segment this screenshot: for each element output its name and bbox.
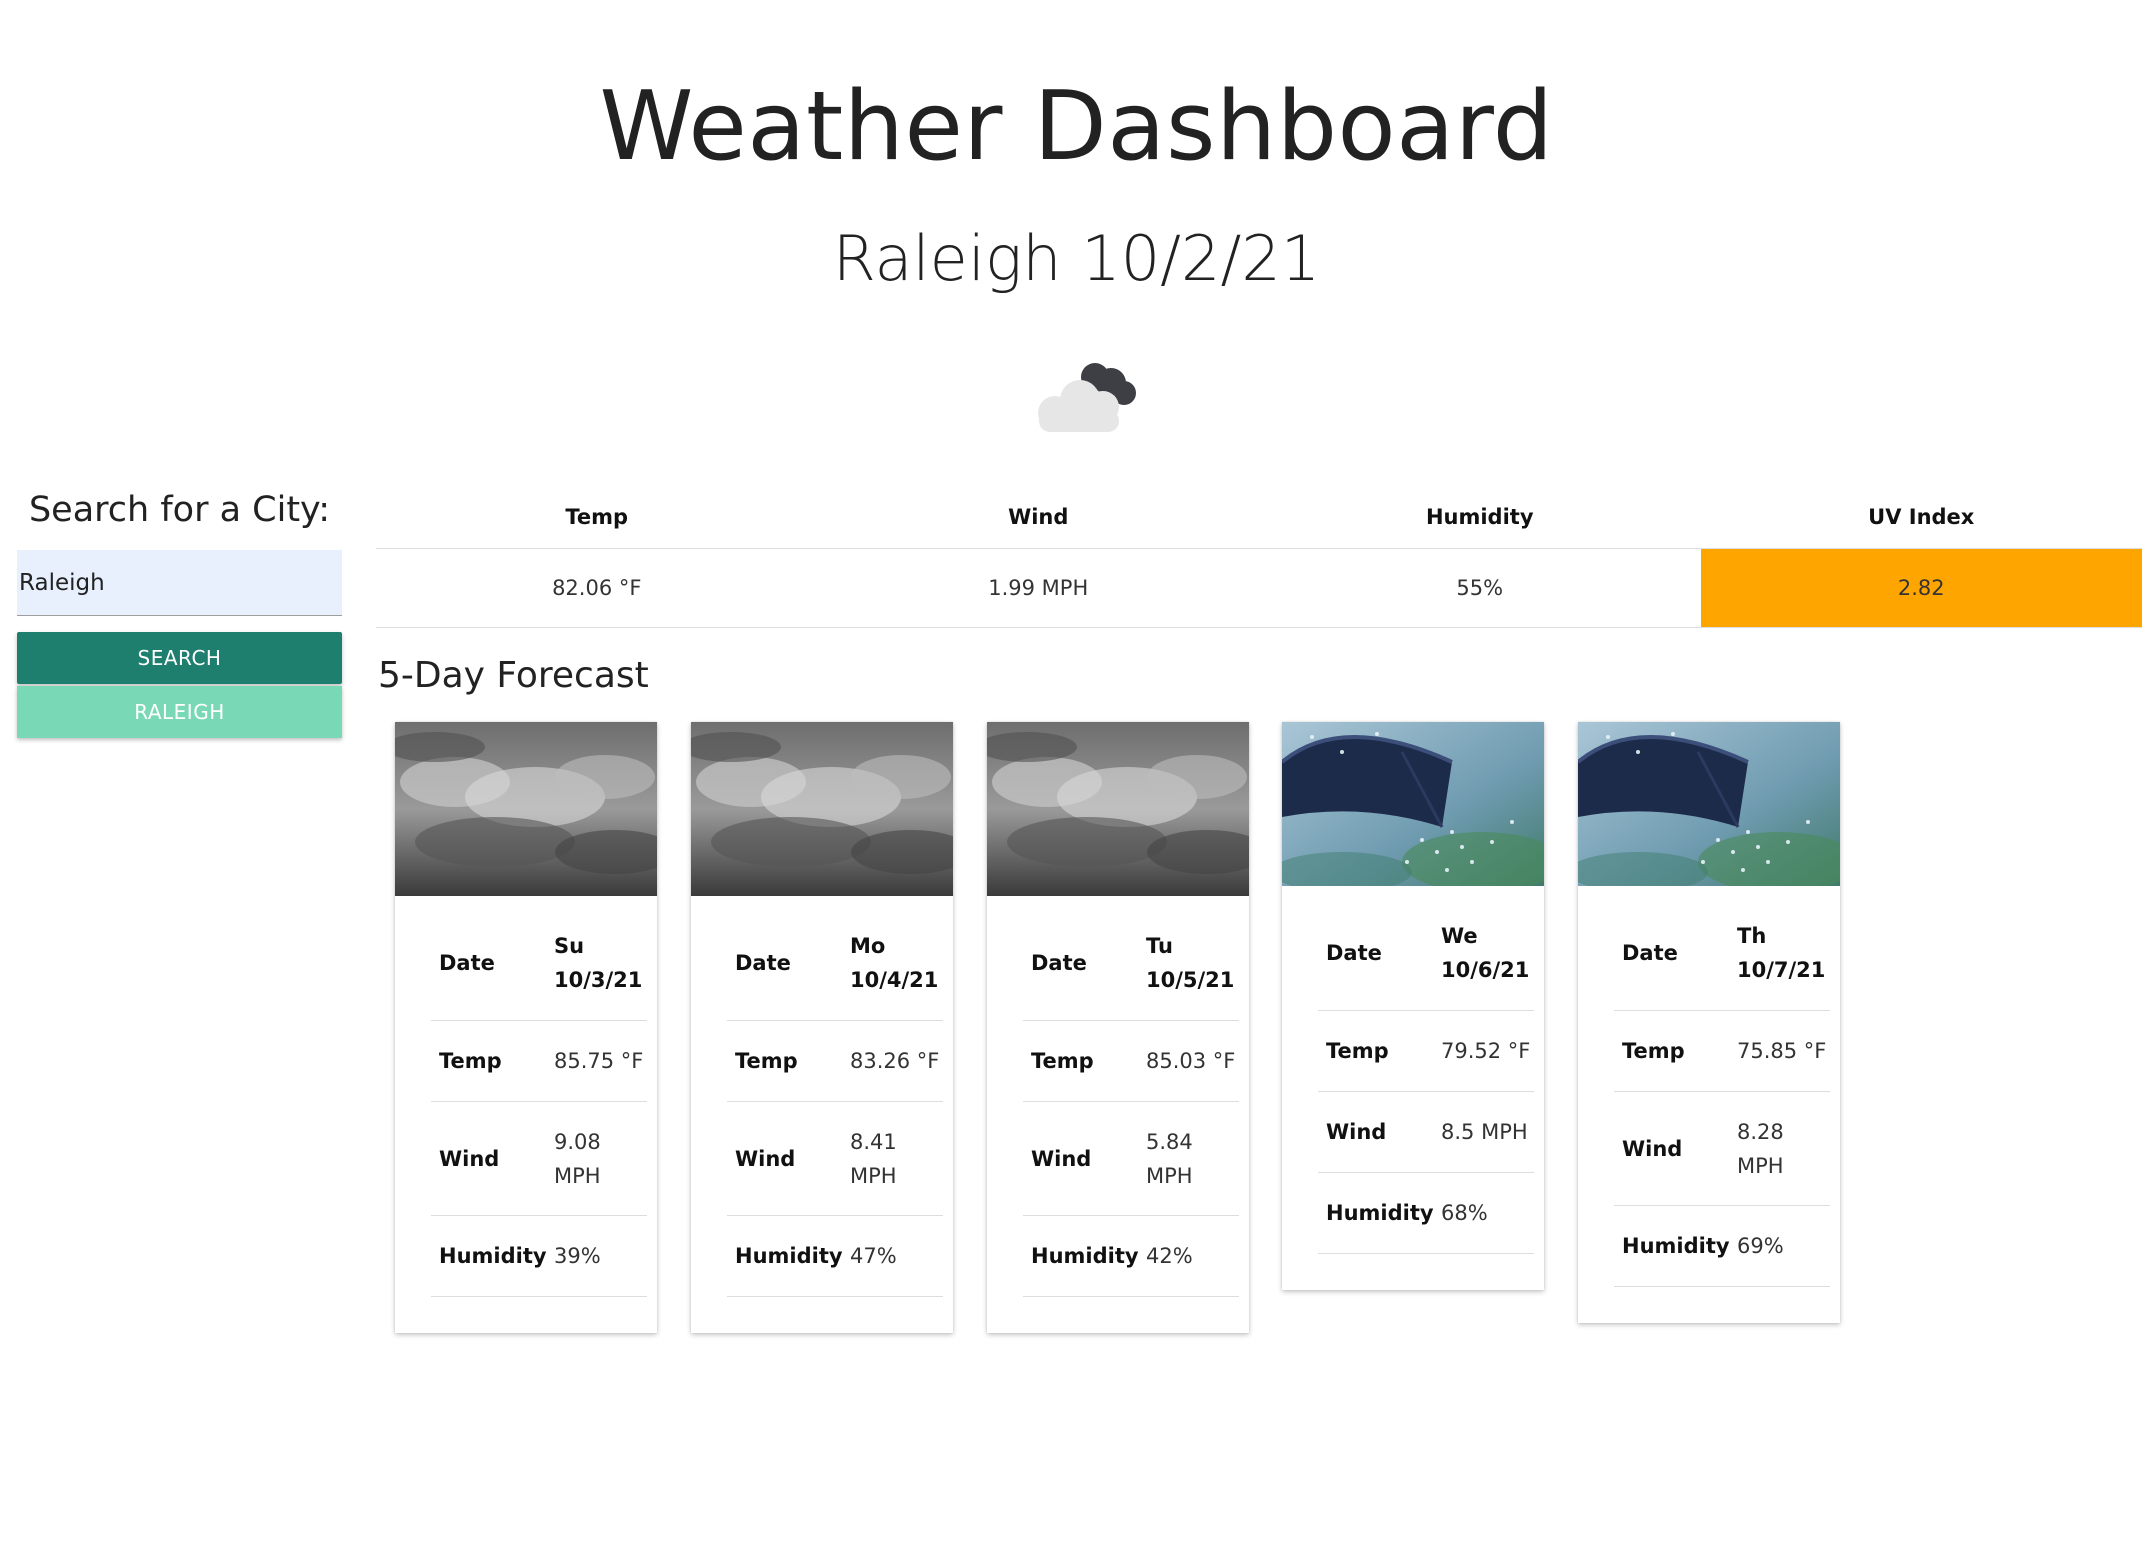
forecast-temp: 85.75 °F	[554, 1020, 647, 1102]
wind-value: 8.28	[1737, 1119, 1784, 1144]
wind-unit: MPH	[1737, 1153, 1784, 1178]
current-city-date: Raleigh 10/2/21	[832, 222, 1321, 295]
table-header-row: Temp Wind Humidity UV Index	[376, 485, 2142, 549]
forecast-heading: 5-Day Forecast	[378, 655, 649, 696]
wind-label: Wind	[1023, 1101, 1146, 1216]
forecast-temp: 85.03 °F	[1146, 1020, 1239, 1102]
forecast-table: Date Mo 10/4/21 Temp 83.26 °F Wind 8.41 MP…	[727, 896, 943, 1297]
weather-dashboard-page: Weather Dashboard Raleigh 10/2/21 Search…	[0, 0, 2153, 1551]
wind-unit: MPH	[554, 1163, 601, 1188]
rain-umbrella-image	[1578, 722, 1840, 886]
wind-unit: MPH	[850, 1163, 897, 1188]
forecast-humidity: 47%	[850, 1215, 943, 1297]
forecast-table: Date Th 10/7/21 Temp 75.85 °F Wind 8.28 MP…	[1614, 886, 1830, 1287]
forecast-card: Date Mo 10/4/21 Temp 83.26 °F Wind 8.41 MP…	[691, 722, 953, 1333]
temp-label: Temp	[727, 1020, 850, 1102]
forecast-wind: 8.41 MPH	[850, 1101, 943, 1216]
temp-label: Temp	[1318, 1010, 1441, 1092]
forecast-card: Date We 10/6/21 Temp 79.52 °F Wind 8.5 MP…	[1282, 722, 1544, 1290]
wind-label: Wind	[727, 1101, 850, 1216]
temp-label: Temp	[431, 1020, 554, 1102]
forecast-day: Mo	[850, 934, 886, 958]
forecast-temp: 79.52 °F	[1441, 1010, 1534, 1092]
forecast-date-value: 10/7/21	[1737, 958, 1826, 982]
temp-label: Temp	[1023, 1020, 1146, 1102]
storm-clouds-image	[691, 722, 953, 896]
city-search-input[interactable]	[17, 550, 342, 616]
date-label: Date	[1614, 886, 1737, 1011]
date-label: Date	[431, 896, 554, 1021]
forecast-humidity: 68%	[1441, 1172, 1534, 1254]
storm-clouds-image	[987, 722, 1249, 896]
date-label: Date	[1318, 886, 1441, 1011]
wind-value: 5.84	[1146, 1129, 1193, 1154]
humidity-label: Humidity	[1318, 1172, 1441, 1254]
table-row: 82.06 °F 1.99 MPH 55% 2.82	[376, 549, 2142, 628]
humidity-value: 55%	[1456, 576, 1504, 600]
humidity-label: Humidity	[431, 1215, 554, 1297]
humidity-label: Humidity	[1023, 1215, 1146, 1297]
storm-clouds-image	[395, 722, 657, 896]
forecast-date: Mo 10/4/21	[850, 896, 943, 1021]
wind-label: Wind	[1318, 1091, 1441, 1173]
forecast-date: Su 10/3/21	[554, 896, 647, 1021]
forecast-date-value: 10/3/21	[554, 968, 643, 992]
forecast-wind: 8.28 MPH	[1737, 1091, 1830, 1206]
page-title: Weather Dashboard	[599, 72, 1554, 182]
wind-unit: MPH	[1146, 1163, 1193, 1188]
wind-label: Wind	[1614, 1091, 1737, 1206]
cloudy-icon	[1038, 363, 1136, 432]
temp-value: 82.06 °F	[552, 576, 642, 600]
wind-label: Wind	[431, 1101, 554, 1216]
wind-header: Wind	[1008, 504, 1069, 529]
humidity-label: Humidity	[727, 1215, 850, 1297]
forecast-day: Th	[1737, 924, 1767, 948]
forecast-date: We 10/6/21	[1441, 886, 1534, 1011]
search-button[interactable]: SEARCH	[17, 632, 342, 684]
forecast-wind: 8.5 MPH	[1441, 1091, 1534, 1173]
forecast-date: Th 10/7/21	[1737, 886, 1830, 1011]
forecast-date: Tu 10/5/21	[1146, 896, 1239, 1021]
forecast-date-value: 10/5/21	[1146, 968, 1235, 992]
humidity-header: Humidity	[1425, 504, 1534, 529]
forecast-date-value: 10/6/21	[1441, 958, 1530, 982]
forecast-wind: 5.84 MPH	[1146, 1101, 1239, 1216]
temp-header: Temp	[565, 504, 629, 529]
forecast-day: We	[1441, 924, 1478, 948]
forecast-table: Date Su 10/3/21 Temp 85.75 °F Wind 9.08 MP…	[431, 896, 647, 1297]
forecast-humidity: 69%	[1737, 1205, 1830, 1287]
uv-index-badge: 2.82	[1700, 549, 2142, 627]
forecast-wind: 9.08 MPH	[554, 1101, 647, 1216]
date-label: Date	[727, 896, 850, 1021]
forecast-day: Su	[554, 934, 585, 958]
forecast-table: Date Tu 10/5/21 Temp 85.03 °F Wind 5.84 MP…	[1023, 896, 1239, 1297]
forecast-day: Tu	[1146, 934, 1173, 958]
forecast-card: Date Su 10/3/21 Temp 85.75 °F Wind 9.08 MP…	[395, 722, 657, 1333]
wind-value: 1.99 MPH	[988, 576, 1089, 600]
forecast-humidity: 39%	[554, 1215, 647, 1297]
current-conditions-table: Temp Wind Humidity UV Index 82.06 °F 1.9…	[376, 485, 2142, 628]
date-label: Date	[1023, 896, 1146, 1021]
humidity-label: Humidity	[1614, 1205, 1737, 1287]
forecast-card: Date Tu 10/5/21 Temp 85.03 °F Wind 5.84 MP…	[987, 722, 1249, 1333]
rain-umbrella-image	[1282, 722, 1544, 886]
uv-index-header: UV Index	[1868, 504, 1975, 529]
wind-value: 8.41	[850, 1129, 897, 1154]
forecast-date-value: 10/4/21	[850, 968, 939, 992]
wind-value: 9.08	[554, 1129, 601, 1154]
forecast-humidity: 42%	[1146, 1215, 1239, 1297]
forecast-table: Date We 10/6/21 Temp 79.52 °F Wind 8.5 MP…	[1318, 886, 1534, 1254]
forecast-temp: 75.85 °F	[1737, 1010, 1830, 1092]
search-label: Search for a City:	[28, 490, 331, 530]
temp-label: Temp	[1614, 1010, 1737, 1092]
forecast-temp: 83.26 °F	[850, 1020, 943, 1102]
history-button-raleigh[interactable]: RALEIGH	[17, 686, 342, 738]
forecast-card: Date Th 10/7/21 Temp 75.85 °F Wind 8.28 MP…	[1578, 722, 1840, 1323]
